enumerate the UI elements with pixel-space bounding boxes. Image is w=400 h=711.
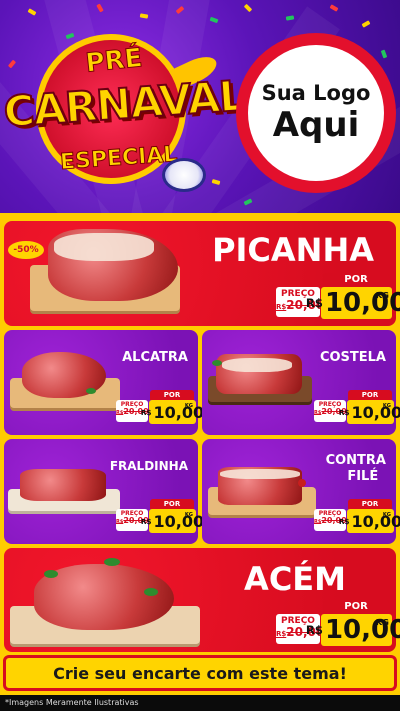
new-price: R$ 10,00 KG — [339, 509, 400, 533]
logo-line1: Sua Logo — [261, 81, 371, 105]
discount-badge: -50% — [8, 241, 44, 259]
product-card-contra-file: CONTRA FILÉ POR PREÇO R$20,00 R$ 10,00 KG — [202, 439, 400, 544]
por-label: POR — [323, 600, 389, 614]
product-card-picanha: -50% PICANHA POR PREÇO R$20,00 R$ 10,00 KG — [4, 221, 400, 326]
new-price: R$ 10,00 KG — [339, 400, 400, 424]
new-price: R$ 10,00 KG — [305, 614, 400, 646]
por-label: POR — [323, 273, 389, 287]
price-tag: POR PREÇO R$20,00 R$ 10,00 KG — [276, 600, 400, 648]
new-price: R$ 10,00 KG — [141, 400, 204, 424]
por-label: POR — [348, 390, 392, 400]
logo-line2: Aqui — [272, 105, 360, 145]
product-card-fraldinha: FRALDINHA POR PREÇO R$20,00 R$ 10,00 KG — [4, 439, 204, 544]
product-card-acem: ACÉM POR PREÇO R$20,00 R$ 10,00 KG — [4, 548, 400, 652]
product-card-alcatra: ALCATRA POR PREÇO R$20,00 R$ 10,00 KG — [4, 330, 204, 435]
product-name-line1: CONTRA — [325, 453, 386, 468]
disclaimer-footer: *Imagens Meramente Ilustrativas — [0, 695, 400, 711]
por-label: POR — [150, 499, 194, 509]
drum-icon — [162, 158, 206, 192]
logo-placeholder: Sua Logo Aqui — [236, 33, 396, 193]
badge-carnaval-text: CARNAVAL — [1, 70, 247, 138]
por-label: POR — [150, 390, 194, 400]
product-name: ALCATRA — [122, 350, 188, 365]
price-tag: POR PREÇO R$20,00 R$ 10,00 KG — [116, 390, 204, 428]
product-name-line2: FILÉ — [347, 469, 379, 484]
header-banner: PRÉ CARNAVAL ESPECIAL Sua Logo Aqui — [0, 0, 400, 215]
price-tag: POR PREÇO R$20,00 R$ 10,00 KG — [116, 499, 204, 537]
por-label: POR — [348, 499, 392, 509]
product-card-costela: COSTELA POR PREÇO R$20,00 R$ 10,00 KG — [202, 330, 400, 435]
price-tag: POR PREÇO R$20,00 R$ 10,00 KG — [314, 390, 400, 428]
fraldinha-meat-image — [20, 469, 106, 501]
cta-banner[interactable]: Crie seu encarte com este tema! — [3, 655, 397, 691]
new-price: R$ 10,00 KG — [305, 287, 400, 319]
price-tag: POR PREÇO R$20,00 R$ 10,00 KG — [314, 499, 400, 537]
product-name: FRALDINHA — [109, 459, 188, 473]
new-price: R$ 10,00 KG — [141, 509, 204, 533]
price-tag: POR PREÇO R$20,00 R$ 10,00 KG — [276, 273, 400, 321]
carnaval-badge: PRÉ CARNAVAL ESPECIAL — [1, 28, 247, 198]
product-name: COSTELA — [319, 350, 386, 365]
product-name: CONTRA FILÉ — [326, 453, 386, 485]
product-name: ACÉM — [244, 560, 346, 598]
product-name: PICANHA — [212, 231, 374, 269]
